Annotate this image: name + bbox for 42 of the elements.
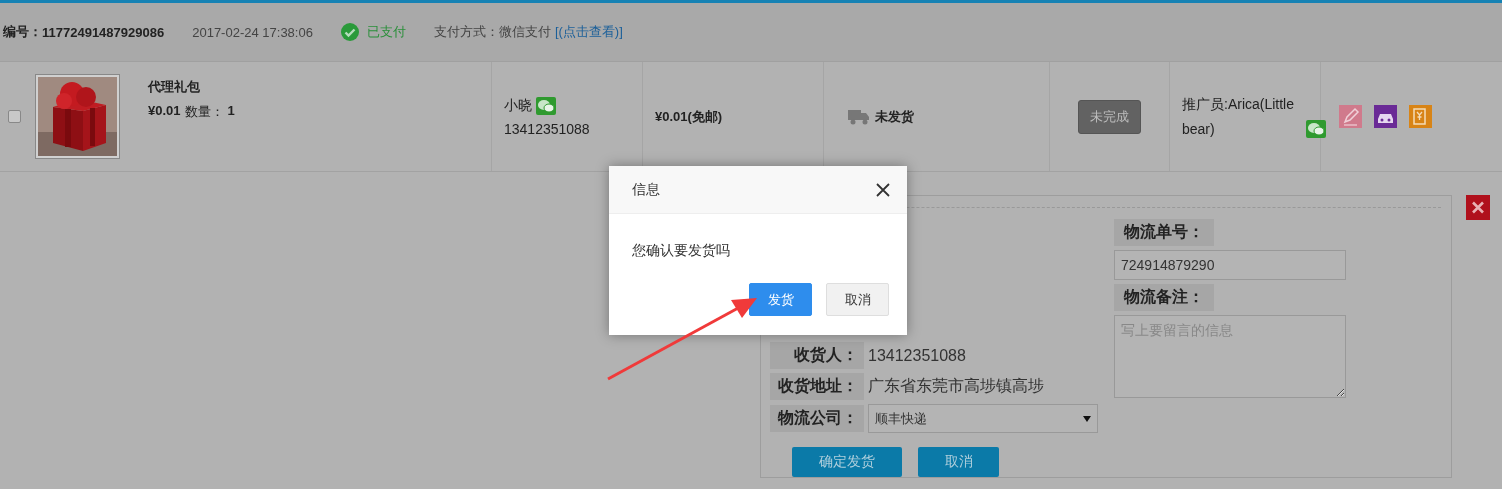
- status-badge: 未完成: [1078, 99, 1141, 134]
- check-circle-icon: [340, 23, 359, 41]
- confirm-ship-button[interactable]: 确定发货: [792, 447, 902, 477]
- close-icon[interactable]: [1466, 195, 1490, 220]
- wechat-icon: [1306, 119, 1326, 138]
- dropdown-caret-icon: [1083, 415, 1091, 422]
- cancel-button[interactable]: 取消: [826, 283, 889, 316]
- dialog-message: 您确认要发货吗: [631, 241, 731, 260]
- field-label: 物流公司：: [770, 405, 864, 432]
- payment-status: 已支付: [366, 23, 406, 41]
- product-price: ¥0.01: [148, 103, 181, 120]
- field-value: 广东省东莞市高埗镇高埗: [868, 376, 1044, 396]
- dialog-title: 信息: [632, 180, 660, 199]
- shipping-status: 未发货: [875, 107, 914, 126]
- buyer-phone: 13412351088: [504, 120, 590, 137]
- field-label: 收货人：: [770, 342, 864, 369]
- logistics-select[interactable]: 顺丰快递: [868, 404, 1098, 433]
- pencil-icon[interactable]: [1339, 105, 1362, 128]
- wechat-icon: [536, 96, 556, 115]
- car-icon[interactable]: [1374, 105, 1397, 128]
- product-name: 代理礼包: [148, 78, 201, 96]
- field-value: 13412351088: [868, 346, 966, 365]
- row-checkbox[interactable]: [8, 110, 21, 123]
- tracking-number-field[interactable]: 724914879290: [1114, 250, 1346, 280]
- invoice-icon[interactable]: [1409, 105, 1432, 128]
- field-label: 物流备注：: [1114, 284, 1214, 311]
- quantity-label: 数量：: [184, 103, 224, 121]
- truck-icon: [848, 108, 869, 125]
- order-number: 11772491487929086: [42, 24, 165, 40]
- buyer-name: 小晓: [504, 96, 532, 115]
- promoter-text: 推广员:Arica(Little bear): [1182, 94, 1296, 139]
- close-button[interactable]: [875, 181, 891, 198]
- field-label: 物流单号：: [1114, 219, 1214, 246]
- order-total: ¥0.01(免邮): [655, 107, 723, 126]
- order-number-label: 编号：: [3, 23, 42, 41]
- quantity: 1: [227, 103, 235, 120]
- order-datetime: 2017-02-24 17:38:06: [192, 24, 313, 40]
- ship-button[interactable]: 发货: [749, 283, 812, 316]
- payment-method: 支付方式：微信支付: [433, 23, 551, 41]
- view-link[interactable]: [(点击查看)]: [554, 23, 623, 41]
- field-label: 收货地址：: [770, 373, 864, 400]
- cancel-button[interactable]: 取消: [918, 447, 999, 477]
